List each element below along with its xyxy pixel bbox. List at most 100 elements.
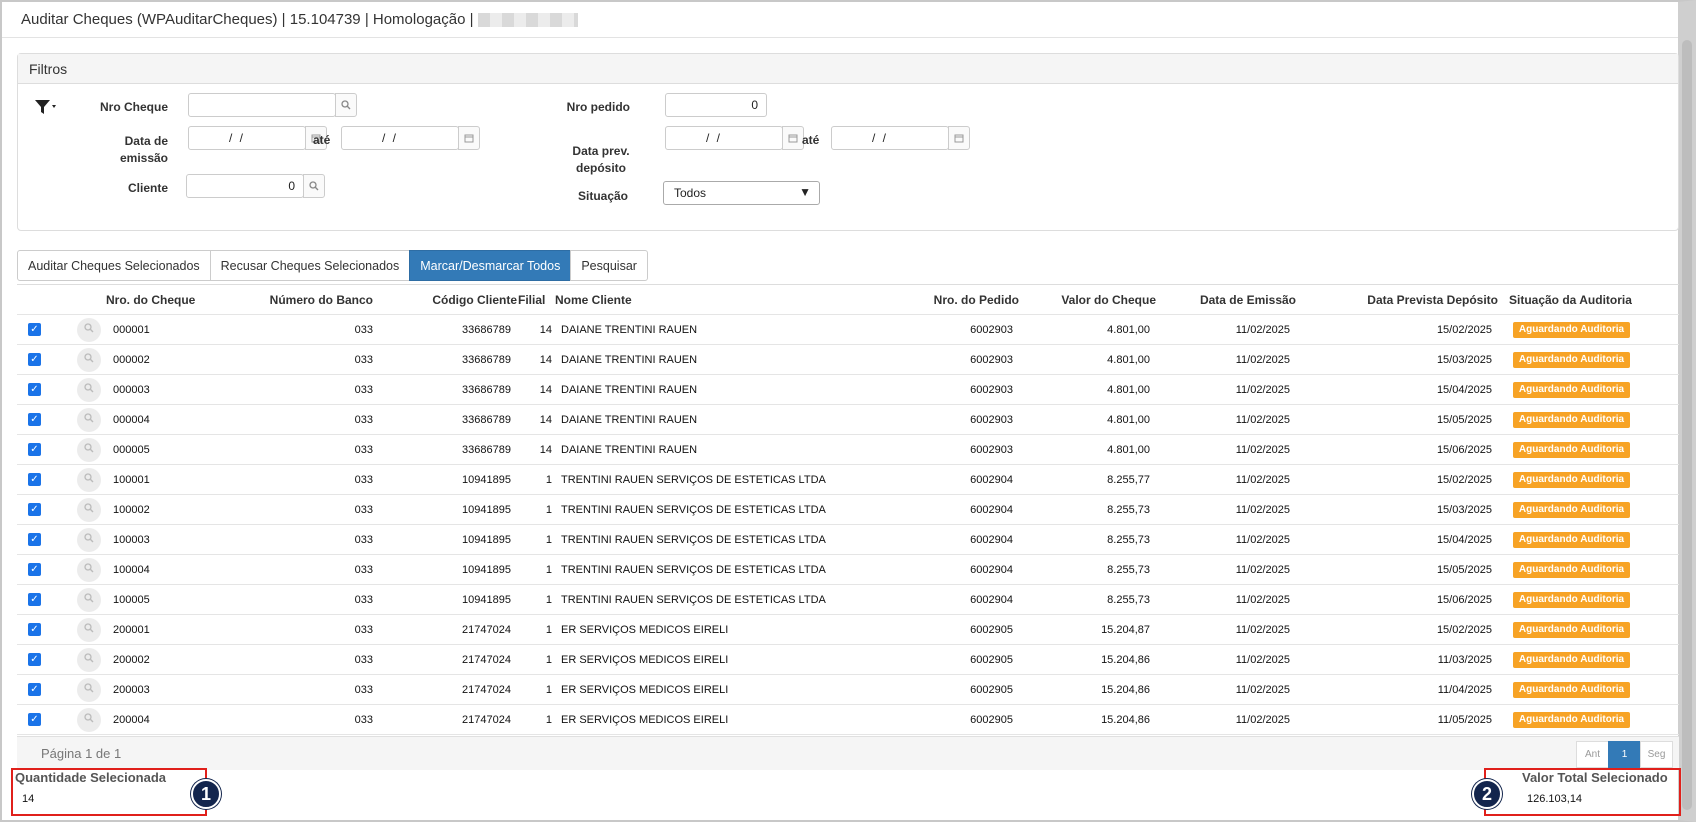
chevron-down-icon: ▼ (799, 185, 811, 199)
row-checkbox[interactable]: ✓ (28, 683, 41, 696)
cell-nro-cheque: 000005 (113, 444, 150, 456)
row-checkbox[interactable]: ✓ (28, 623, 41, 636)
row-details-button[interactable] (77, 468, 101, 492)
row-checkbox[interactable]: ✓ (28, 383, 41, 396)
row-details-button[interactable] (77, 678, 101, 702)
data-emissao-from-input[interactable]: / / (188, 126, 306, 150)
data-emissao-to-input[interactable]: / / (341, 126, 459, 150)
table-row[interactable]: ✓ 200004 033 21747024 1 ER SERVIÇOS MEDICOS E… (17, 705, 1679, 735)
table-row[interactable]: ✓ 100001 033 10941895 1 TRENTINI RAUEN SERVIÇ… (17, 465, 1679, 495)
row-checkbox[interactable]: ✓ (28, 653, 41, 666)
cliente-input[interactable]: 0 (186, 174, 304, 198)
row-details-button[interactable] (77, 438, 101, 462)
cell-valor-cheque: 4.801,00 (1107, 324, 1150, 336)
col-codigo-cliente[interactable]: Código Cliente (432, 285, 517, 315)
table-row[interactable]: ✓ 000003 033 33686789 14 DAIANE TRENTINI RAUE… (17, 375, 1679, 405)
row-checkbox[interactable]: ✓ (28, 323, 41, 336)
col-nro-pedido[interactable]: Nro. do Pedido (934, 285, 1019, 315)
table-row[interactable]: ✓ 100002 033 10941895 1 TRENTINI RAUEN SERVIÇ… (17, 495, 1679, 525)
table-row[interactable]: ✓ 100003 033 10941895 1 TRENTINI RAUEN SERVIÇ… (17, 525, 1679, 555)
row-checkbox[interactable]: ✓ (28, 533, 41, 546)
status-badge: Aguardando Auditoria (1513, 712, 1630, 728)
search-icon (341, 100, 351, 110)
row-details-button[interactable] (77, 498, 101, 522)
cell-nro-cheque: 200004 (113, 714, 150, 726)
recusar-cheques-button[interactable]: Recusar Cheques Selecionados (209, 250, 411, 281)
row-details-button[interactable] (77, 408, 101, 432)
row-details-button[interactable] (77, 618, 101, 642)
row-details-button[interactable] (77, 588, 101, 612)
pagination-prev[interactable]: Ant (1576, 741, 1609, 768)
auditar-cheques-button[interactable]: Auditar Cheques Selecionados (17, 250, 211, 281)
pagination-page-current[interactable]: 1 (1608, 741, 1641, 768)
table-row[interactable]: ✓ 200003 033 21747024 1 ER SERVIÇOS MEDICOS E… (17, 675, 1679, 705)
row-checkbox[interactable]: ✓ (28, 503, 41, 516)
table-row[interactable]: ✓ 000005 033 33686789 14 DAIANE TRENTINI RAUE… (17, 435, 1679, 465)
nro-pedido-input[interactable]: 0 (665, 93, 767, 117)
search-icon (84, 533, 94, 543)
cell-filial: 14 (539, 324, 552, 336)
nro-cheque-search-button[interactable] (335, 93, 357, 117)
table-row[interactable]: ✓ 000002 033 33686789 14 DAIANE TRENTINI RAUE… (17, 345, 1679, 375)
pagination-next[interactable]: Seg (1640, 741, 1673, 768)
status-badge: Aguardando Auditoria (1513, 352, 1630, 368)
table-row[interactable]: ✓ 100005 033 10941895 1 TRENTINI RAUEN SERVIÇ… (17, 585, 1679, 615)
valor-total-value: 126.103,14 (1527, 793, 1583, 805)
col-nome-cliente[interactable]: Nome Cliente (555, 285, 632, 315)
status-badge: Aguardando Auditoria (1513, 382, 1630, 398)
cell-filial: 14 (539, 384, 552, 396)
row-checkbox[interactable]: ✓ (28, 713, 41, 726)
row-details-button[interactable] (77, 318, 101, 342)
row-checkbox[interactable]: ✓ (28, 473, 41, 486)
row-details-button[interactable] (77, 648, 101, 672)
row-details-button[interactable] (77, 528, 101, 552)
data-prev-to-calendar[interactable] (948, 126, 970, 150)
marcar-desmarcar-todos-button[interactable]: Marcar/Desmarcar Todos (409, 250, 572, 281)
cliente-search-button[interactable] (303, 174, 325, 198)
cell-nome-cliente: TRENTINI RAUEN SERVIÇOS DE ESTETICAS LTD… (561, 504, 826, 516)
table-row[interactable]: ✓ 000001 033 33686789 14 DAIANE TRENTINI RAUE… (17, 315, 1679, 345)
cheques-table: Nro. do Cheque Número do Banco Código Cl… (17, 284, 1679, 735)
calendar-icon (954, 134, 964, 143)
status-badge: Aguardando Auditoria (1513, 622, 1630, 638)
row-checkbox[interactable]: ✓ (28, 353, 41, 366)
annotation-marker-1: 1 (191, 779, 221, 809)
col-data-emissao[interactable]: Data de Emissão (1200, 285, 1296, 315)
col-filial[interactable]: Filial (518, 285, 545, 315)
cell-filial: 14 (539, 354, 552, 366)
row-details-button[interactable] (77, 378, 101, 402)
cell-numero-banco: 033 (354, 684, 373, 696)
row-details-button[interactable] (77, 558, 101, 582)
filter-icon[interactable] (34, 99, 58, 120)
vertical-scrollbar[interactable] (1682, 40, 1692, 810)
data-prev-from-calendar[interactable] (782, 126, 804, 150)
table-row[interactable]: ✓ 000004 033 33686789 14 DAIANE TRENTINI RAUE… (17, 405, 1679, 435)
cell-nro-pedido: 6002903 (970, 354, 1013, 366)
row-checkbox[interactable]: ✓ (28, 413, 41, 426)
data-emissao-to-calendar[interactable] (458, 126, 480, 150)
cell-data-prevista: 15/03/2025 (1436, 504, 1492, 516)
pesquisar-button[interactable]: Pesquisar (570, 250, 648, 281)
nro-cheque-input[interactable] (188, 93, 336, 117)
col-valor-cheque[interactable]: Valor do Cheque (1061, 285, 1156, 315)
quantidade-label: Quantidade Selecionada (15, 770, 166, 785)
row-checkbox[interactable]: ✓ (28, 563, 41, 576)
table-row[interactable]: ✓ 100004 033 10941895 1 TRENTINI RAUEN SERVIÇ… (17, 555, 1679, 585)
situacao-select[interactable]: Todos ▼ (663, 181, 820, 205)
row-checkbox[interactable]: ✓ (28, 443, 41, 456)
row-details-button[interactable] (77, 348, 101, 372)
cell-valor-cheque: 8.255,73 (1107, 594, 1150, 606)
cell-numero-banco: 033 (354, 714, 373, 726)
cell-data-prevista: 15/04/2025 (1436, 384, 1492, 396)
data-prev-to-input[interactable]: / / (831, 126, 949, 150)
data-prev-from-input[interactable]: / / (665, 126, 783, 150)
row-checkbox[interactable]: ✓ (28, 593, 41, 606)
table-row[interactable]: ✓ 200001 033 21747024 1 ER SERVIÇOS MEDICOS E… (17, 615, 1679, 645)
col-numero-banco[interactable]: Número do Banco (270, 285, 373, 315)
row-details-button[interactable] (77, 708, 101, 732)
col-nro-cheque[interactable]: Nro. do Cheque (106, 285, 195, 315)
col-data-prevista[interactable]: Data Prevista Depósito (1367, 285, 1498, 315)
cell-filial: 1 (545, 564, 552, 576)
table-row[interactable]: ✓ 200002 033 21747024 1 ER SERVIÇOS MEDICOS E… (17, 645, 1679, 675)
col-situacao[interactable]: Situação da Auditoria (1509, 285, 1632, 315)
